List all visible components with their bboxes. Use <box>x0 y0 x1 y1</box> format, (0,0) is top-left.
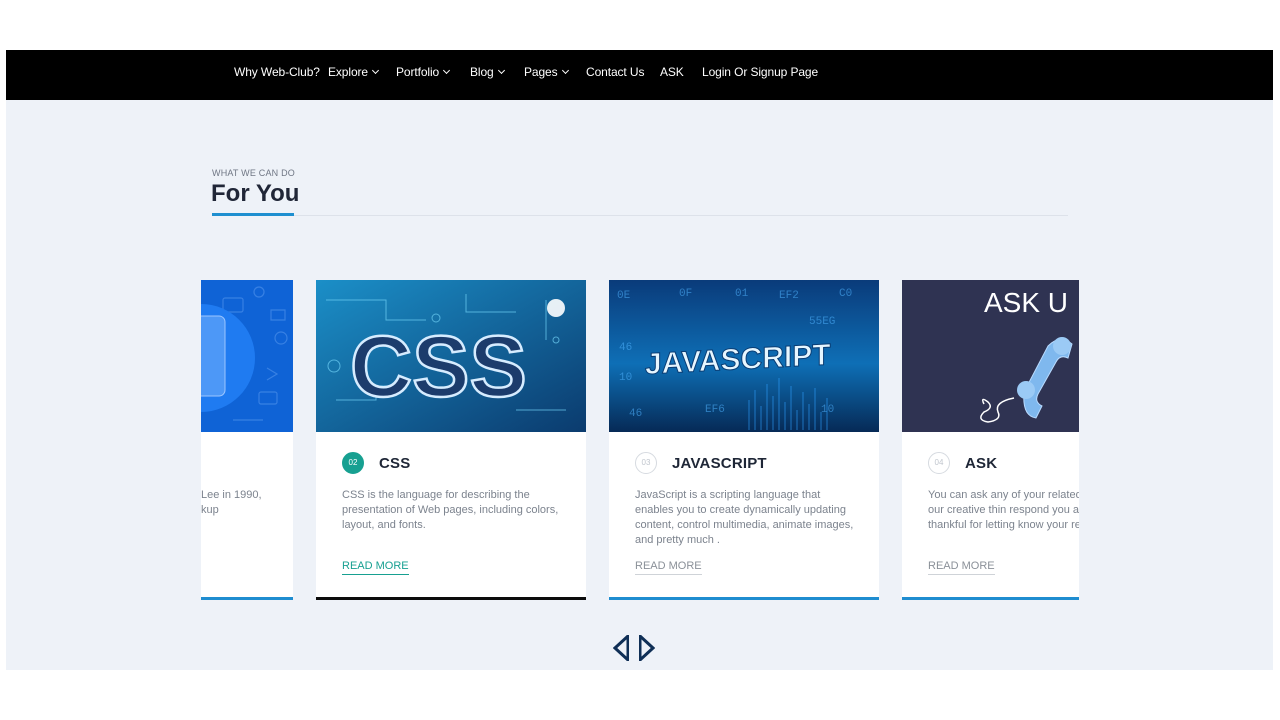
svg-text:EF6: EF6 <box>705 404 725 416</box>
nav-item-blog[interactable]: Blog <box>470 65 505 79</box>
nav-item-ask[interactable]: ASK <box>660 65 684 79</box>
svg-text:55EG: 55EG <box>809 316 835 328</box>
svg-text:01: 01 <box>735 288 749 300</box>
card-description: You can ask any of your related t subjec… <box>928 489 1079 531</box>
svg-text:EF2: EF2 <box>779 290 799 302</box>
title-underline <box>212 213 294 216</box>
nav-item-label: Login Or Signup Page <box>702 65 819 79</box>
card-accent-bar <box>316 597 586 600</box>
javascript-banner: 0E 0F 01 EF2 C0 46 10 55EG 46 EF6 10 JAVASCRIPT <box>609 280 879 432</box>
card-number-badge: 03 <box>635 452 657 474</box>
card-number-badge: 02 <box>342 452 364 474</box>
svg-text:46: 46 <box>629 408 642 420</box>
svg-text:46: 46 <box>619 342 632 354</box>
ask-banner-text: ASK U <box>984 287 1068 318</box>
service-card-javascript[interactable]: 0E 0F 01 EF2 C0 46 10 55EG 46 EF6 10 JAVASCRIPT … <box>609 280 879 600</box>
card-description: Lee in 1990, kup <box>201 489 262 516</box>
nav-item-label: Contact Us <box>586 65 645 79</box>
nav-item-label: Blog <box>470 65 494 79</box>
section-title: For You <box>211 180 300 207</box>
svg-text:10: 10 <box>821 404 834 416</box>
services-carousel[interactable]: Lee in 1990, kup CSS 02 CSS CSS is the l… <box>201 280 1079 602</box>
nav-item-label: Portfolio <box>396 65 440 79</box>
nav-item-label: ASK <box>660 65 684 79</box>
chevron-right-icon <box>638 632 656 664</box>
nav-item-label: Pages <box>524 65 558 79</box>
card-accent-bar <box>201 597 293 600</box>
svg-text:10: 10 <box>619 372 632 384</box>
nav-item-why-web-club[interactable]: Why Web-Club? <box>234 65 320 79</box>
card-number-badge: 04 <box>928 452 950 474</box>
card-accent-bar <box>902 597 1079 600</box>
section-kicker: WHAT WE CAN DO <box>212 168 295 178</box>
page-frame: Why Web-Club? Explore Portfolio Blog Pag… <box>6 50 1273 670</box>
svg-text:0E: 0E <box>617 290 631 302</box>
nav-item-label: Explore <box>328 65 368 79</box>
read-more-link[interactable]: READ MORE <box>635 560 702 575</box>
nav-item-portfolio[interactable]: Portfolio <box>396 65 451 79</box>
css-banner-text: CSS <box>350 319 527 415</box>
chevron-down-icon <box>497 66 505 75</box>
service-card-css[interactable]: CSS 02 CSS CSS is the language for descr… <box>316 280 586 600</box>
title-divider <box>212 215 1068 216</box>
chevron-down-icon <box>443 66 451 75</box>
nav-item-label: Why Web-Club? <box>234 65 320 79</box>
card-title: JAVASCRIPT <box>672 455 767 472</box>
service-card-ask[interactable]: ASK U 04 ASK You can ask any of your rel… <box>902 280 1079 600</box>
css-banner: CSS <box>316 280 586 432</box>
card-accent-bar <box>609 597 879 600</box>
ask-banner: ASK U <box>902 280 1079 432</box>
chevron-left-icon <box>612 632 630 664</box>
read-more-link[interactable]: READ MORE <box>342 560 409 575</box>
card-description: CSS is the language for describing the p… <box>342 489 559 531</box>
read-more-link[interactable]: READ MORE <box>928 560 995 575</box>
top-nav: Why Web-Club? Explore Portfolio Blog Pag… <box>6 50 1273 100</box>
nav-item-pages[interactable]: Pages <box>524 65 569 79</box>
nav-item-login-signup[interactable]: Login Or Signup Page <box>702 65 818 79</box>
nav-item-explore[interactable]: Explore <box>328 65 380 79</box>
chevron-down-icon <box>371 66 380 75</box>
nav-item-contact-us[interactable]: Contact Us <box>586 65 644 79</box>
svg-text:C0: C0 <box>839 288 852 300</box>
card-title: ASK <box>965 455 998 472</box>
svg-text:0F: 0F <box>679 288 692 300</box>
service-card-html[interactable]: Lee in 1990, kup <box>201 280 293 600</box>
card-title: CSS <box>379 455 411 472</box>
card-description: JavaScript is a scripting language that … <box>635 489 854 546</box>
carousel-prev-button[interactable] <box>612 632 630 664</box>
chevron-down-icon <box>561 66 569 75</box>
html-illustration <box>201 280 293 432</box>
carousel-next-button[interactable] <box>638 632 656 664</box>
